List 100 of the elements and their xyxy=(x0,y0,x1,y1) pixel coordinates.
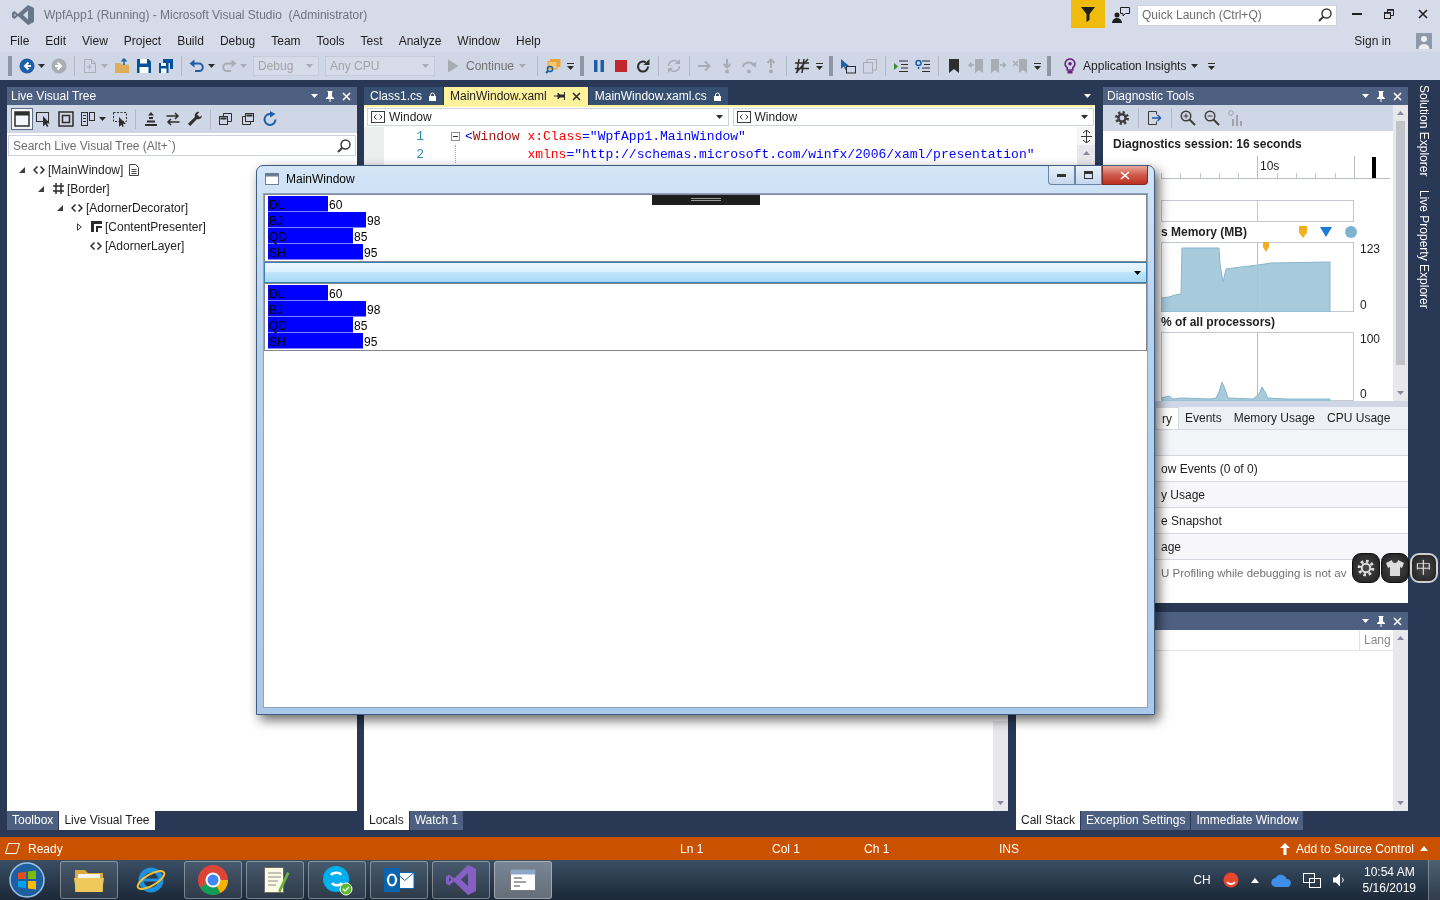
scroll-thumb[interactable] xyxy=(1396,121,1405,365)
caret-icon xyxy=(38,64,45,68)
bar-value: 60 xyxy=(329,197,343,212)
panel-tab[interactable]: Locals xyxy=(364,811,409,830)
tab[interactable]: Events xyxy=(1179,407,1228,429)
bar-label: QD xyxy=(269,229,287,244)
toolbar-grip[interactable] xyxy=(8,56,12,76)
taskbar-button[interactable] xyxy=(370,861,428,899)
panel-tab[interactable]: Call Stack xyxy=(1016,811,1081,830)
menu-item[interactable]: Analyze xyxy=(390,31,450,51)
language-indicator[interactable]: CH xyxy=(1187,873,1217,887)
menu-item[interactable]: Team xyxy=(263,31,309,51)
action-link[interactable]: ow Events (0 of 0) xyxy=(1161,461,1258,476)
ime-settings-button[interactable] xyxy=(1352,553,1380,583)
bar-label: SH xyxy=(269,245,286,260)
scrollbar[interactable] xyxy=(993,721,1008,811)
navigation-dropdown[interactable]: Window xyxy=(732,108,1094,126)
angle-brackets-icon xyxy=(33,165,45,174)
menu-item[interactable]: Tools xyxy=(308,31,353,51)
navigation-dropdown[interactable]: Window xyxy=(367,108,729,126)
toolbar-grip[interactable] xyxy=(580,56,585,76)
panel-tab[interactable]: Toolbox xyxy=(7,811,59,830)
menu-item[interactable]: Window xyxy=(449,31,508,51)
menu-item[interactable]: Help xyxy=(508,31,549,51)
caret-icon xyxy=(101,64,108,68)
redo-icon xyxy=(221,58,237,74)
ruler-box-icon xyxy=(80,111,96,127)
wrench-icon xyxy=(187,111,203,127)
tab[interactable]: CPU Usage xyxy=(1321,407,1397,429)
panel-title: Diagnostic Tools xyxy=(1107,89,1196,103)
document-tab[interactable]: MainWindow.xaml.cs xyxy=(588,87,728,105)
tree-item[interactable]: [AdornerLayer] xyxy=(105,238,185,253)
menu-item[interactable]: Debug xyxy=(211,31,264,51)
maximize-button[interactable] xyxy=(1075,166,1102,185)
toolbar-button[interactable]: Application Insights xyxy=(1058,55,1203,77)
close-button[interactable] xyxy=(1102,166,1148,185)
bar-value: 95 xyxy=(364,245,378,260)
search-field[interactable]: Search Live Visual Tree (Alt+`) xyxy=(8,135,356,156)
close-icon xyxy=(1392,91,1402,101)
tree-item[interactable]: [Border] xyxy=(67,181,110,196)
corner-blocks-icon xyxy=(90,221,102,232)
panel-tab[interactable]: Watch 1 xyxy=(409,811,464,830)
zoom-out-icon xyxy=(1204,110,1220,126)
taskbar-button[interactable] xyxy=(60,861,118,899)
menu-item[interactable]: Test xyxy=(352,31,391,51)
debug-toolbar-handle[interactable] xyxy=(652,195,760,205)
side-tab[interactable]: Solution Explorer xyxy=(1408,85,1440,177)
back-icon xyxy=(19,58,35,74)
caret-icon xyxy=(240,64,247,68)
ime-skin-button[interactable] xyxy=(1381,553,1409,583)
sign-in-link[interactable]: Sign in xyxy=(1354,34,1391,48)
document-tab[interactable]: MainWindow.xaml xyxy=(444,87,588,105)
ime-mode-button[interactable]: 中 xyxy=(1410,553,1438,583)
taskbar-button[interactable] xyxy=(308,861,366,899)
toolbar-grip[interactable] xyxy=(1047,56,1052,76)
menu-item[interactable]: File xyxy=(2,31,38,51)
panel-tab[interactable]: Live Visual Tree xyxy=(59,811,155,830)
tab[interactable]: ry xyxy=(1155,407,1179,429)
hatched-icon xyxy=(794,58,811,74)
split-button[interactable] xyxy=(1077,127,1095,145)
tree-item[interactable]: [AdornerDecorator] xyxy=(86,200,189,215)
scrollbar[interactable] xyxy=(1393,105,1408,401)
caret-icon xyxy=(1361,94,1369,98)
toolbar-button[interactable] xyxy=(55,108,77,130)
funnel-icon xyxy=(1080,6,1096,22)
combo-box[interactable] xyxy=(264,262,1147,283)
tree-item[interactable]: [MainWindow] xyxy=(48,162,124,177)
tab[interactable]: Memory Usage xyxy=(1227,407,1322,429)
quick-launch-field[interactable]: Quick Launch (Ctrl+Q) xyxy=(1137,4,1337,26)
action-link[interactable]: e Snapshot xyxy=(1161,513,1222,528)
menu-item[interactable]: Edit xyxy=(37,31,75,51)
panel-tab[interactable]: Immediate Window xyxy=(1191,811,1304,830)
toolbar-button[interactable] xyxy=(11,108,33,130)
filter-button[interactable] xyxy=(1071,0,1105,28)
taskbar-button[interactable] xyxy=(494,861,552,899)
scroll-down-icon xyxy=(997,801,1004,805)
scrollbar[interactable] xyxy=(1393,630,1408,811)
angle-brackets-icon xyxy=(90,241,102,250)
bar-label: BJ xyxy=(269,302,283,317)
save-all-icon xyxy=(158,58,174,74)
taskbar-button[interactable] xyxy=(246,861,304,899)
minimize-button[interactable] xyxy=(1048,166,1075,185)
menu-item[interactable]: View xyxy=(74,31,116,51)
cloud-icon xyxy=(1270,873,1291,887)
triangle-down-icon xyxy=(1320,227,1332,237)
side-tab[interactable]: Live Property Explorer xyxy=(1408,190,1440,310)
brackets-box-icon xyxy=(736,111,751,123)
bookmark-right-icon xyxy=(990,58,1007,74)
panel-tab[interactable]: Exception Settings xyxy=(1081,811,1191,830)
source-control-button[interactable]: Add to Source Control xyxy=(1279,841,1428,856)
timeline-ruler[interactable]: 10s xyxy=(1161,156,1390,179)
menu-item[interactable]: Build xyxy=(169,31,212,51)
menu-item[interactable]: Project xyxy=(115,31,170,51)
show-desktop-button[interactable] xyxy=(1428,860,1440,900)
toolbar-grip[interactable] xyxy=(829,56,834,76)
clock-button[interactable]: 10:54 AM 5/16/2019 xyxy=(1354,864,1424,896)
tree-item[interactable]: [ContentPresenter] xyxy=(105,219,206,234)
document-tab[interactable]: Class1.cs xyxy=(364,87,443,105)
undo-icon xyxy=(189,58,205,74)
taskbar-button[interactable] xyxy=(184,861,242,899)
